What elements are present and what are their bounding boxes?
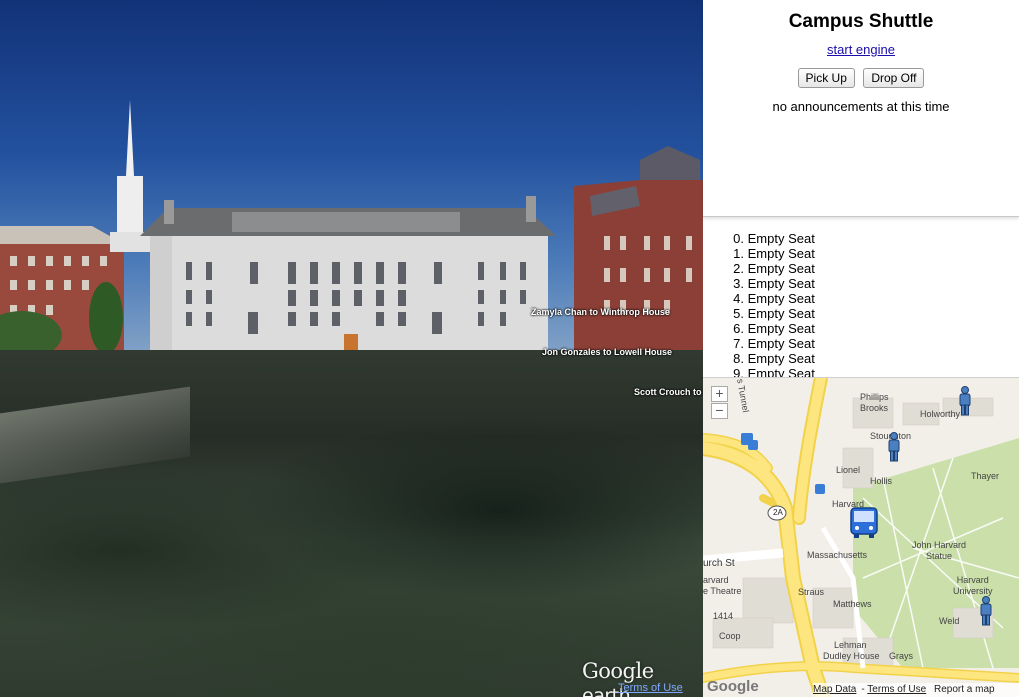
zoom-control: + − xyxy=(711,386,728,420)
start-engine-link[interactable]: start engine xyxy=(827,42,895,57)
list-item: 8. Empty Seat xyxy=(733,351,815,366)
passenger-marker-icon[interactable] xyxy=(887,432,901,462)
google-logo: Google xyxy=(707,678,759,695)
passenger-marker-icon[interactable] xyxy=(979,596,993,626)
passenger-label[interactable]: Scott Crouch to L xyxy=(634,387,703,397)
dudley-house-label: Dudley House xyxy=(823,651,880,661)
coop-label: Coop xyxy=(719,631,741,641)
map-footer: Map Data- Terms of Use Report a map erro… xyxy=(813,683,1019,697)
list-item: 1. Empty Seat xyxy=(733,246,815,261)
harvard-theatre-label: arvard e Theatre xyxy=(703,575,742,596)
passenger-label[interactable]: Zamyla Chan to Winthrop House xyxy=(531,307,670,317)
list-item: 4. Empty Seat xyxy=(733,291,815,306)
transit-icon xyxy=(741,433,753,445)
passenger-marker-icon[interactable] xyxy=(958,386,972,416)
list-item: 5. Empty Seat xyxy=(733,306,815,321)
church-st-label: urch St xyxy=(703,558,735,569)
straus-label: Straus xyxy=(798,587,825,597)
announcements-text: no announcements at this time xyxy=(772,99,950,114)
drop-off-button[interactable]: Drop Off xyxy=(863,68,925,88)
earth-3d-view[interactable]: Zamyla Chan to Winthrop House Jon Gonzal… xyxy=(0,0,703,697)
weld-label: Weld xyxy=(939,616,960,626)
passenger-label[interactable]: Jon Gonzales to Lowell House xyxy=(542,347,672,357)
hollis-label: Hollis xyxy=(870,476,893,486)
shuttle-panel: Campus Shuttle start engine Pick Up Drop… xyxy=(703,0,1019,217)
seat-list: 0. Empty Seat 1. Empty Seat 2. Empty Sea… xyxy=(703,224,1019,377)
zoom-in-button[interactable]: + xyxy=(711,386,728,402)
list-item: 7. Empty Seat xyxy=(733,336,815,351)
campus-scene xyxy=(0,100,703,359)
holworthy-label: Holworthy xyxy=(920,409,961,419)
grays-label: Grays xyxy=(889,651,914,661)
list-item: 6. Empty Seat xyxy=(733,321,815,336)
campus-map[interactable]: 2A s Tunnel Phillips Brooks Holworthy St… xyxy=(703,377,1019,697)
list-item: 0. Empty Seat xyxy=(733,231,815,246)
massachusetts-label: Massachusetts xyxy=(807,550,868,560)
route-2a-shield: 2A xyxy=(773,508,783,517)
thayer-label: Thayer xyxy=(971,471,1000,481)
matthews-label: Matthews xyxy=(833,599,872,609)
lionel-label: Lionel xyxy=(836,465,861,475)
shuttle-bus-icon[interactable] xyxy=(850,507,878,539)
john-harvard-statue-label: John Harvard Statue xyxy=(912,540,967,561)
list-item: 9. Empty Seat xyxy=(733,366,815,377)
page-title: Campus Shuttle xyxy=(788,11,934,32)
earth-terms-link[interactable]: Terms of Use xyxy=(618,682,683,694)
harvard-university-label: Harvard University xyxy=(953,575,993,596)
pick-up-button[interactable]: Pick Up xyxy=(797,68,855,88)
address-1414-label: 1414 xyxy=(713,611,734,621)
map-data-link[interactable]: Map Data xyxy=(813,684,856,695)
lehman-label: Lehman xyxy=(834,640,867,650)
phillips-brooks-label: Phillips Brooks xyxy=(860,392,889,413)
list-item: 2. Empty Seat xyxy=(733,261,815,276)
map-terms-link[interactable]: Terms of Use xyxy=(867,684,926,695)
list-item: 3. Empty Seat xyxy=(733,276,815,291)
zoom-out-button[interactable]: − xyxy=(711,403,728,419)
